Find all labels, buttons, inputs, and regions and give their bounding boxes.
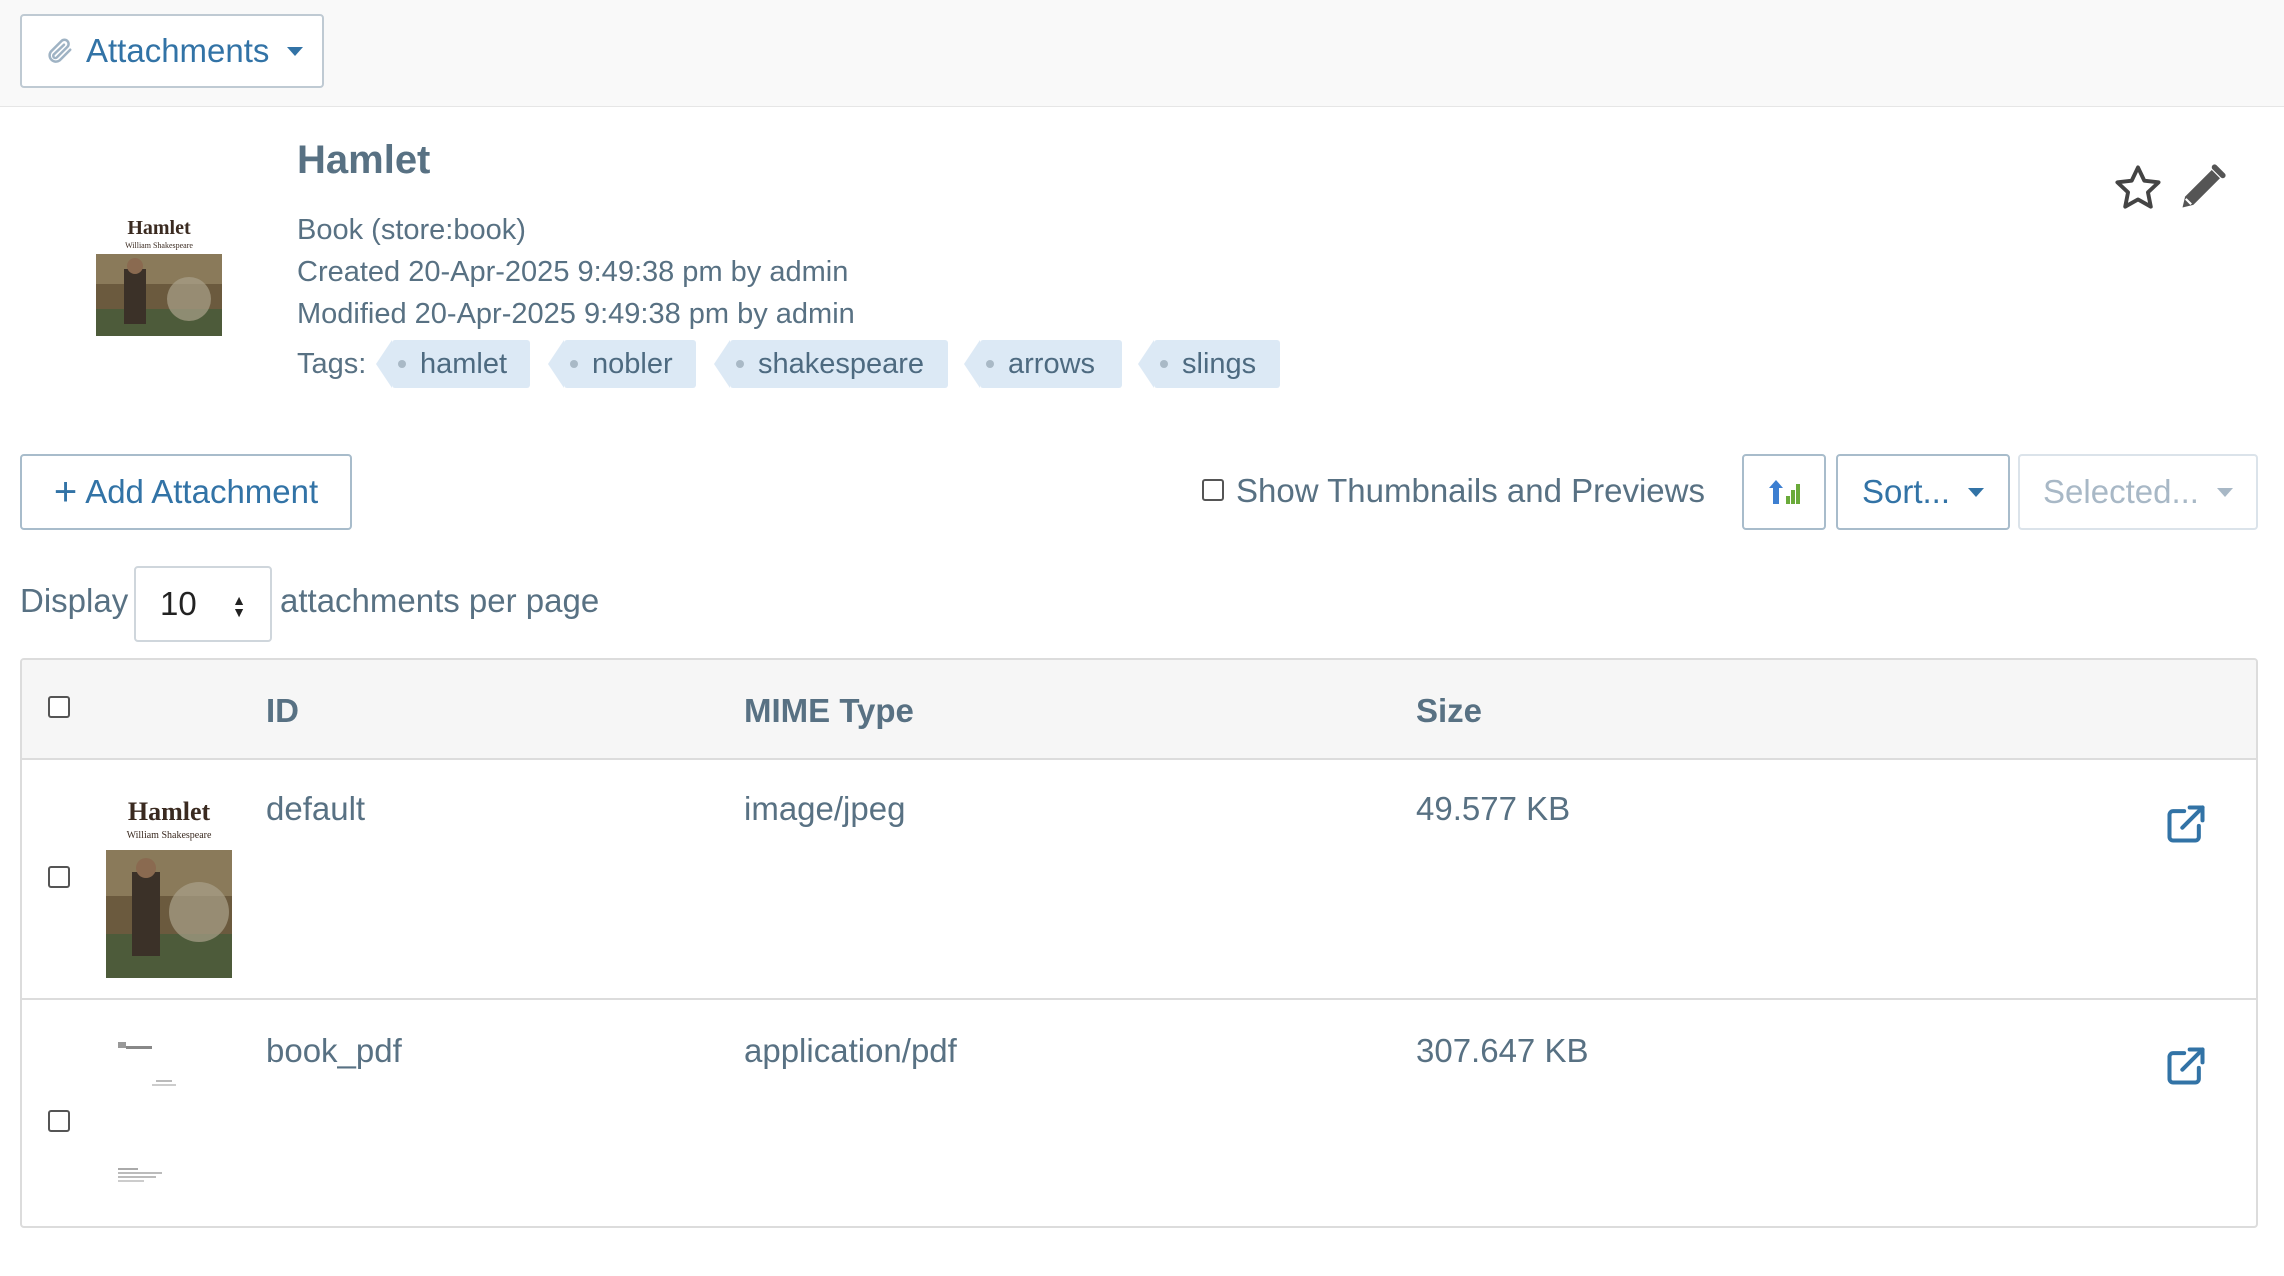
tag-dot xyxy=(736,360,744,368)
tag-label: arrows xyxy=(1008,347,1096,380)
chevron-down-icon xyxy=(287,46,304,56)
tag-label: slings xyxy=(1182,347,1257,380)
modified-info: Modified 20-Apr-2025 9:49:38 pm by admin xyxy=(297,298,855,330)
tag-nobler[interactable]: nobler xyxy=(548,340,696,388)
tag-label: nobler xyxy=(592,347,673,380)
column-header-mime-type[interactable]: MIME Type xyxy=(744,692,914,730)
display-label: Display xyxy=(20,582,129,619)
tag-arrows[interactable]: arrows xyxy=(964,340,1122,388)
select-arrows-icon: ▲ ▼ xyxy=(232,592,246,620)
attachments-label: Attachments xyxy=(86,32,270,69)
tag-dot xyxy=(398,360,406,368)
attachments-dropdown-button[interactable]: Attachments xyxy=(20,14,324,88)
thumb-title: Hamlet xyxy=(127,217,191,239)
chevron-down-icon xyxy=(1968,487,1985,497)
tag-label: hamlet xyxy=(420,347,508,380)
table-row: Hamlet William Shakespeare default image… xyxy=(22,758,2256,1000)
show-thumbnails-checkbox[interactable] xyxy=(1202,479,1224,501)
select-all-checkbox[interactable] xyxy=(48,696,70,718)
sort-direction-button[interactable] xyxy=(1742,454,1826,530)
record-type-link[interactable]: store:book xyxy=(381,214,516,246)
table-header: ID MIME Type Size xyxy=(22,660,2256,760)
show-thumbnails-label[interactable]: Show Thumbnails and Previews xyxy=(1236,472,1705,510)
per-page-select[interactable]: 10 ▲ ▼ xyxy=(134,566,272,642)
pdf-thumbnail[interactable] xyxy=(112,1036,232,1196)
pencil-icon[interactable] xyxy=(2176,162,2228,214)
sort-ascending-icon xyxy=(1769,480,1800,504)
external-link-icon[interactable] xyxy=(2164,1044,2208,1088)
attachments-table: ID MIME Type Size Hamlet William Shakesp… xyxy=(20,658,2258,1228)
row-checkbox[interactable] xyxy=(48,866,70,888)
thumb-subtitle: William Shakespeare xyxy=(127,830,212,841)
tag-dot xyxy=(570,360,578,368)
thumb-subtitle: William Shakespeare xyxy=(125,241,193,250)
cell-size: 307.647 KB xyxy=(1416,1032,1589,1069)
page-title: Hamlet xyxy=(297,138,431,182)
per-page-value: 10 xyxy=(160,585,197,622)
tag-hamlet[interactable]: hamlet xyxy=(376,340,530,388)
tag-dot xyxy=(986,360,994,368)
cell-mime-type: application/pdf xyxy=(744,1032,957,1069)
record-type-suffix: ) xyxy=(516,214,526,246)
row-checkbox[interactable] xyxy=(48,1110,70,1132)
top-toolbar: Attachments xyxy=(0,0,2284,107)
chevron-down-icon xyxy=(2216,487,2233,497)
record-type: Book (store:book) xyxy=(297,214,526,247)
cell-id[interactable]: book_pdf xyxy=(266,1032,402,1070)
per-page-label: attachments per page xyxy=(280,582,600,619)
tags-label: Tags: xyxy=(297,348,367,380)
add-attachment-label: Add Attachment xyxy=(85,473,319,510)
created-info: Created 20-Apr-2025 9:49:38 pm by admin xyxy=(297,256,849,288)
thumb-title: Hamlet xyxy=(128,797,211,826)
sort-label: Sort... xyxy=(1861,473,1951,510)
selected-actions-dropdown[interactable]: Selected... xyxy=(2018,454,2258,530)
add-attachment-button[interactable]: + Add Attachment xyxy=(20,454,352,530)
external-link-icon[interactable] xyxy=(2164,802,2208,846)
selected-label: Selected... xyxy=(2043,473,2199,510)
plus-icon: + xyxy=(53,470,78,514)
record-thumbnail: Hamlet William Shakespeare xyxy=(94,214,224,336)
table-row: book_pdf application/pdf 307.647 KB xyxy=(22,1000,2256,1226)
cell-mime-type: image/jpeg xyxy=(744,790,906,827)
tag-shakespeare[interactable]: shakespeare xyxy=(714,340,948,388)
cell-size: 49.577 KB xyxy=(1416,790,1571,827)
paperclip-icon xyxy=(48,38,72,63)
tag-slings[interactable]: slings xyxy=(1138,340,1280,388)
tag-dot xyxy=(1160,360,1168,368)
cell-id[interactable]: default xyxy=(266,790,365,828)
column-header-id[interactable]: ID xyxy=(266,692,299,730)
record-type-prefix: Book ( xyxy=(297,214,381,246)
star-icon[interactable] xyxy=(2112,162,2164,214)
column-header-size[interactable]: Size xyxy=(1416,692,1482,730)
sort-dropdown-button[interactable]: Sort... xyxy=(1836,454,2010,530)
tag-label: shakespeare xyxy=(758,347,925,380)
image-thumbnail[interactable]: Hamlet William Shakespeare xyxy=(104,794,234,978)
